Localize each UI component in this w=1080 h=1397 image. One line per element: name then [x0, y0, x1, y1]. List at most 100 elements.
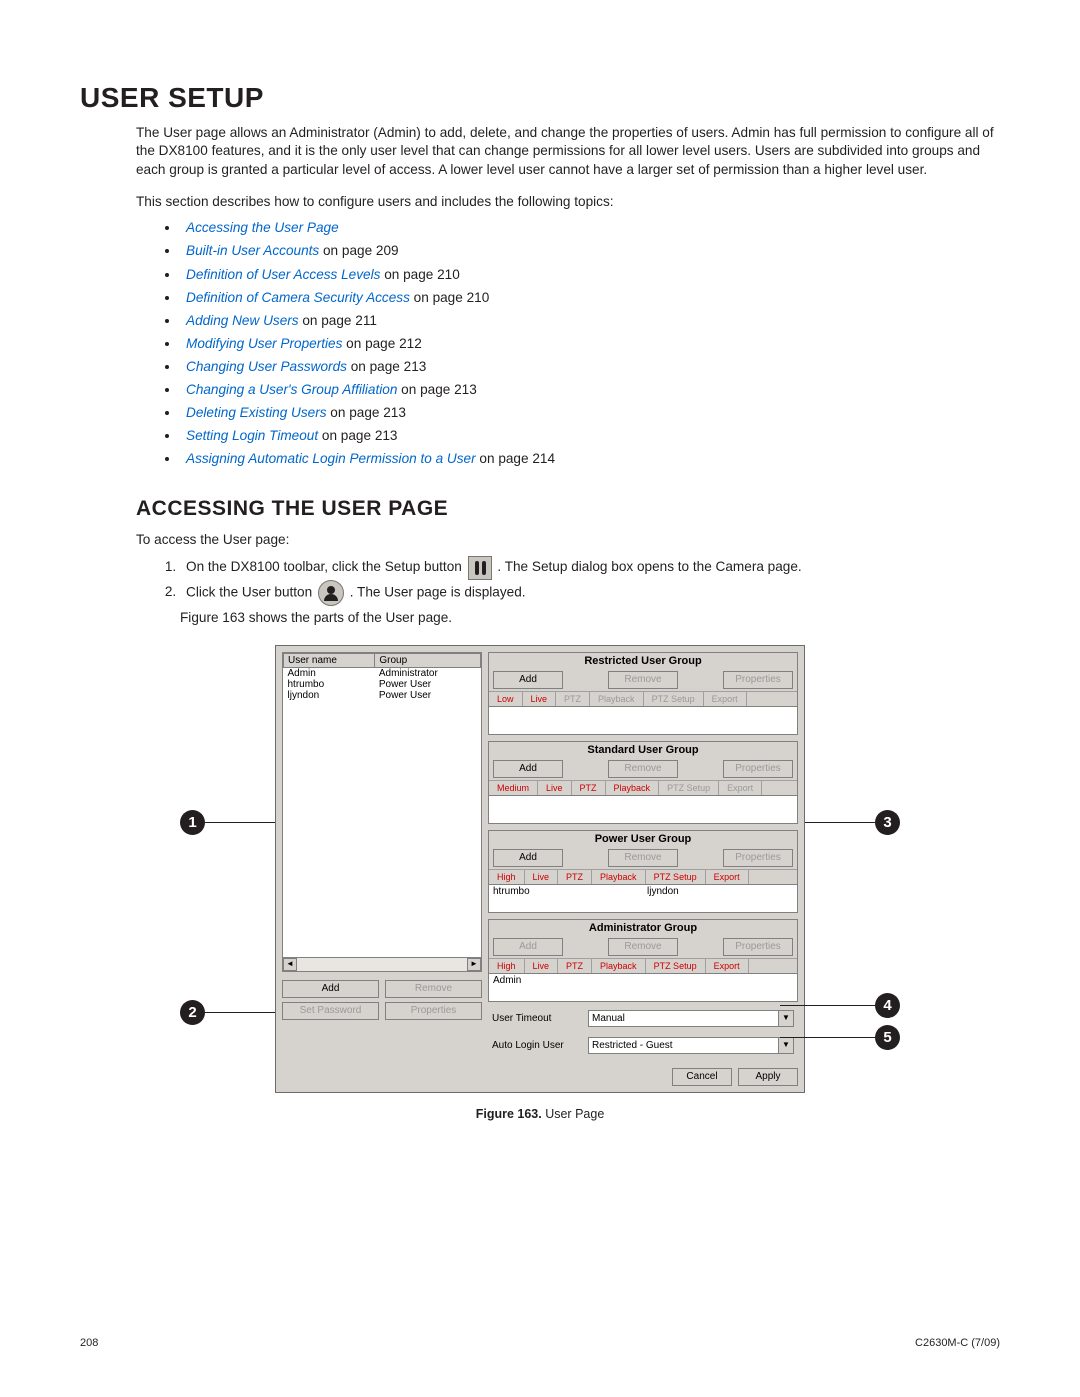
- callout-line: [780, 1037, 875, 1039]
- permission-tag: PTZ: [556, 692, 590, 706]
- toc-item: Modifying User Properties on page 212: [180, 333, 1000, 356]
- group-title: Power User Group: [489, 831, 797, 847]
- toc-link[interactable]: Accessing the User Page: [186, 220, 339, 235]
- table-row[interactable]: AdminAdministrator: [284, 667, 481, 679]
- group-member-list[interactable]: htrumboljyndon: [489, 884, 797, 912]
- apply-button[interactable]: Apply: [738, 1068, 798, 1086]
- permission-tag: Low: [489, 692, 523, 706]
- permission-tag: Playback: [590, 692, 644, 706]
- group-member-list[interactable]: [489, 706, 797, 734]
- group-member-list[interactable]: Admin: [489, 973, 797, 1001]
- group-member-list[interactable]: [489, 795, 797, 823]
- scroll-track[interactable]: [297, 958, 467, 971]
- permission-tag: PTZ: [558, 959, 592, 973]
- toc-item: Changing a User's Group Affiliation on p…: [180, 379, 1000, 402]
- user-rows: AdminAdministratorhtrumboPower Userljynd…: [284, 667, 481, 701]
- permission-tag: High: [489, 959, 525, 973]
- lead-paragraph: This section describes how to configure …: [136, 193, 1000, 211]
- toc-link[interactable]: Changing User Passwords: [186, 359, 347, 374]
- step-2: Click the User button . The User page is…: [180, 580, 1000, 606]
- permission-tag: Live: [538, 781, 572, 795]
- cancel-button[interactable]: Cancel: [672, 1068, 732, 1086]
- permission-tag: Export: [706, 959, 749, 973]
- permission-tag: Export: [706, 870, 749, 884]
- group-properties-button[interactable]: Properties: [723, 671, 793, 689]
- callout-line: [205, 822, 275, 824]
- toc-link[interactable]: Modifying User Properties: [186, 336, 342, 351]
- properties-button[interactable]: Properties: [385, 1002, 482, 1020]
- scroll-right-icon[interactable]: ►: [467, 958, 481, 971]
- group-remove-button[interactable]: Remove: [608, 938, 678, 956]
- toc-link[interactable]: Changing a User's Group Affiliation: [186, 382, 397, 397]
- page-title: USER SETUP: [80, 82, 1000, 114]
- group-panel: Power User GroupAddRemovePropertiesHighL…: [488, 830, 798, 913]
- toc-item: Definition of Camera Security Access on …: [180, 287, 1000, 310]
- access-intro: To access the User page:: [136, 531, 1000, 549]
- list-item[interactable]: htrumbo: [489, 885, 643, 912]
- group-remove-button[interactable]: Remove: [608, 760, 678, 778]
- remove-button[interactable]: Remove: [385, 980, 482, 998]
- callout-line: [805, 822, 875, 824]
- scroll-left-icon[interactable]: ◄: [283, 958, 297, 971]
- permission-tag: PTZ: [558, 870, 592, 884]
- toc-link[interactable]: Setting Login Timeout: [186, 428, 318, 443]
- step-text: Click the User button: [186, 584, 316, 599]
- user-timeout-dropdown[interactable]: Manual ▼: [588, 1010, 794, 1027]
- toc-link[interactable]: Built-in User Accounts: [186, 243, 319, 258]
- document-page: USER SETUP The User page allows an Admin…: [0, 0, 1080, 1397]
- toc-link[interactable]: Definition of Camera Security Access: [186, 290, 410, 305]
- table-cell: htrumbo: [284, 679, 375, 690]
- table-row[interactable]: ljyndonPower User: [284, 690, 481, 701]
- group-title: Standard User Group: [489, 742, 797, 758]
- list-item[interactable]: Admin: [489, 974, 643, 1001]
- user-timeout-row: User Timeout Manual ▼: [488, 1008, 798, 1029]
- group-properties-button[interactable]: Properties: [723, 760, 793, 778]
- group-remove-button[interactable]: Remove: [608, 671, 678, 689]
- permission-tag: High: [489, 870, 525, 884]
- step-text: . The User page is displayed.: [350, 584, 526, 599]
- dropdown-value: Manual: [592, 1013, 625, 1024]
- group-properties-button[interactable]: Properties: [723, 938, 793, 956]
- group-title: Administrator Group: [489, 920, 797, 936]
- table-cell: Administrator: [375, 667, 481, 679]
- toc-link[interactable]: Deleting Existing Users: [186, 405, 327, 420]
- steps-list: On the DX8100 toolbar, click the Setup b…: [180, 555, 1000, 605]
- col-username[interactable]: User name: [284, 653, 375, 667]
- group-add-button[interactable]: Add: [493, 760, 563, 778]
- callout-2: 2: [180, 1000, 205, 1025]
- group-add-button[interactable]: Add: [493, 938, 563, 956]
- permission-tag: Playback: [606, 781, 660, 795]
- set-password-button[interactable]: Set Password: [282, 1002, 379, 1020]
- toc-link[interactable]: Assigning Automatic Login Permission to …: [186, 451, 476, 466]
- toc-list: Accessing the User Page Built-in User Acc…: [180, 217, 1000, 471]
- user-timeout-label: User Timeout: [492, 1013, 582, 1024]
- toc-item: Setting Login Timeout on page 213: [180, 425, 1000, 448]
- table-row[interactable]: htrumboPower User: [284, 679, 481, 690]
- caption-text: User Page: [542, 1107, 605, 1121]
- list-item[interactable]: ljyndon: [643, 885, 797, 912]
- callout-5: 5: [875, 1025, 900, 1050]
- auto-login-dropdown[interactable]: Restricted - Guest▼: [588, 1037, 794, 1054]
- add-button[interactable]: Add: [282, 980, 379, 998]
- callout-1: 1: [180, 810, 205, 835]
- group-add-button[interactable]: Add: [493, 671, 563, 689]
- chevron-down-icon[interactable]: ▼: [778, 1038, 793, 1053]
- callout-3: 3: [875, 810, 900, 835]
- user-list[interactable]: User name Group AdminAdministratorhtrumb…: [282, 652, 482, 972]
- toc-item: Built-in User Accounts on page 209: [180, 240, 1000, 263]
- group-add-button[interactable]: Add: [493, 849, 563, 867]
- callout-4: 4: [875, 993, 900, 1018]
- group-properties-button[interactable]: Properties: [723, 849, 793, 867]
- step-1: On the DX8100 toolbar, click the Setup b…: [180, 555, 1000, 579]
- toc-page-ref: on page 213: [318, 428, 397, 443]
- permission-tag: Export: [704, 692, 747, 706]
- table-cell: Admin: [284, 667, 375, 679]
- permission-tag: Export: [719, 781, 762, 795]
- horizontal-scrollbar[interactable]: ◄ ►: [283, 957, 481, 971]
- callout-line: [780, 1005, 875, 1007]
- toc-link[interactable]: Adding New Users: [186, 313, 299, 328]
- group-remove-button[interactable]: Remove: [608, 849, 678, 867]
- chevron-down-icon[interactable]: ▼: [778, 1011, 793, 1026]
- toc-link[interactable]: Definition of User Access Levels: [186, 267, 380, 282]
- col-group[interactable]: Group: [375, 653, 481, 667]
